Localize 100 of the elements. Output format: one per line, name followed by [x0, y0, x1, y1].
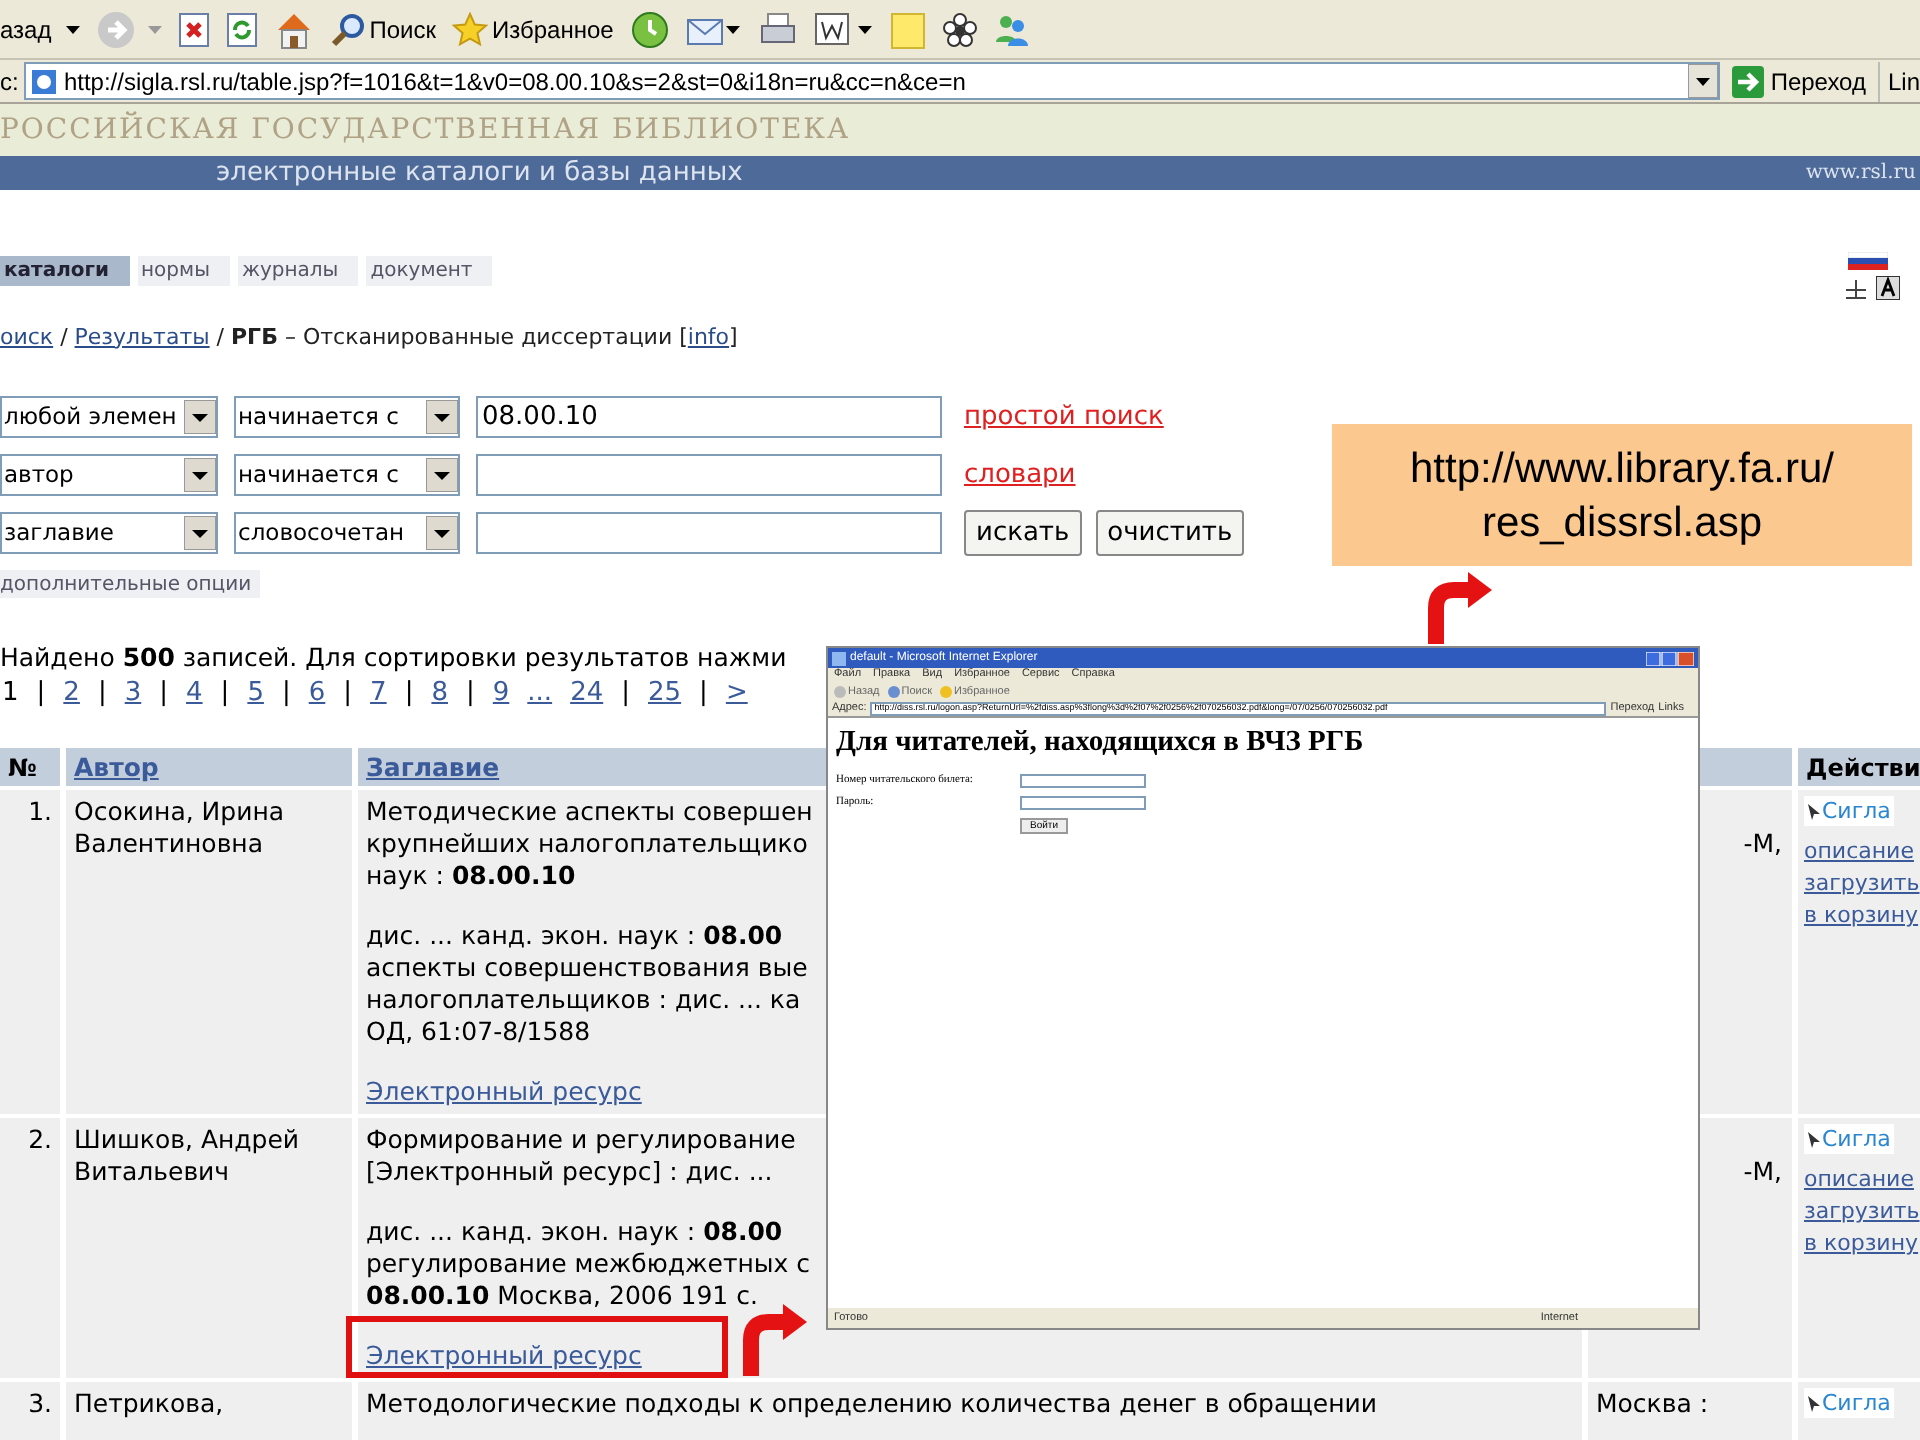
action-link[interactable]: описание	[1804, 836, 1914, 868]
record-text: Методические аспекты совершен крупнейших налогоплательщико наук : 08.00.10	[366, 796, 813, 892]
clear-button[interactable]: очистить	[1095, 510, 1245, 556]
dropdown-icon[interactable]	[1688, 64, 1719, 98]
page-link[interactable]: 3	[124, 674, 142, 714]
cursor-icon	[1808, 1131, 1820, 1147]
breadcrumb-text: /	[58, 321, 70, 354]
tab[interactable]: документ	[366, 256, 493, 286]
tab[interactable]: нормы	[137, 256, 230, 286]
dropdown[interactable]: любой элемен	[0, 396, 218, 438]
page-separator: |	[220, 676, 230, 713]
tab[interactable]: журналы	[237, 256, 359, 286]
table-cell-text: -М,	[1741, 1156, 1784, 1188]
dropdown-icon	[426, 400, 458, 434]
page-separator: |	[281, 676, 291, 713]
back-button[interactable]: азад	[0, 5, 80, 53]
search-field[interactable]	[476, 454, 942, 496]
tab[interactable]: каталоги	[0, 256, 130, 286]
sigla-button[interactable]: Сигла	[1804, 796, 1895, 826]
page-link[interactable]: 25	[648, 674, 682, 714]
caret-icon	[147, 25, 162, 33]
action-link[interactable]: описание	[1804, 1164, 1914, 1196]
search-field[interactable]: 08.00.10	[476, 396, 942, 438]
address-label: c:	[0, 65, 20, 99]
dropdown-icon	[184, 400, 216, 434]
site-subtitle: электронные каталоги и базы данных	[216, 155, 743, 192]
page-link[interactable]: 24	[570, 674, 604, 714]
page-link[interactable]: 6	[308, 674, 326, 714]
font-icon[interactable]	[1876, 276, 1900, 300]
page-link[interactable]: 8	[431, 674, 448, 714]
caret-icon	[65, 25, 80, 33]
dropdown-icon	[426, 516, 458, 550]
breadcrumb-link[interactable]: оиск	[0, 321, 54, 355]
breadcrumb-link[interactable]: info	[687, 321, 730, 355]
page-link[interactable]: 9	[492, 674, 510, 714]
page-link[interactable]: 7	[370, 674, 387, 714]
window-controls-icon[interactable]	[1646, 651, 1694, 665]
breadcrumb-link[interactable]: Результаты	[74, 321, 210, 355]
search-button[interactable]: Поиск	[329, 5, 436, 53]
dropdown[interactable]: начинается с	[234, 396, 460, 438]
search-button[interactable]: искать	[964, 510, 1082, 556]
table-cell: 2.	[0, 1118, 60, 1378]
stop-icon[interactable]	[177, 11, 210, 47]
cursor-icon	[1808, 803, 1820, 819]
table-cell-text: -М,	[1741, 828, 1784, 860]
search-field[interactable]	[476, 512, 942, 554]
record-text: Формирование и регулирование [Электронный ресурс] : дис. ...	[366, 1124, 796, 1188]
page-link[interactable]: 2	[63, 674, 80, 714]
sigla-button[interactable]: Сигла	[1804, 1388, 1895, 1418]
action-link[interactable]: в корзину	[1804, 1228, 1919, 1260]
star-icon	[451, 11, 488, 47]
page-heading: Для читателей, находящихся в ВЧЗ РГБ	[836, 724, 1366, 760]
text-field[interactable]	[1020, 773, 1146, 788]
dropdown[interactable]: словосочетан	[234, 512, 460, 554]
page-icon	[29, 67, 58, 95]
refresh-icon[interactable]	[225, 11, 258, 47]
table-cell: Петрикова,	[66, 1382, 352, 1440]
links-button[interactable]: Lin	[1887, 63, 1920, 99]
table-cell: 3.	[0, 1382, 60, 1440]
toolbar-icon	[834, 686, 846, 698]
page-separator: |	[465, 676, 475, 713]
table-cell: 1.	[0, 790, 60, 1114]
curved-arrow	[1428, 572, 1492, 644]
people-icon[interactable]	[993, 11, 1030, 47]
action-link[interactable]: загрузить	[1804, 868, 1920, 900]
page-link[interactable]: 1	[2, 674, 19, 714]
page-link[interactable]: ...	[527, 674, 553, 714]
dropdown[interactable]: заглавие	[0, 512, 218, 554]
dropdown[interactable]: начинается с	[234, 454, 460, 496]
search-link[interactable]: словари	[964, 455, 1076, 495]
options-tab[interactable]: дополнительные опции	[0, 570, 260, 598]
breadcrumb-text: / РГБ – Отсканированные диссертации [	[214, 321, 688, 354]
resource-link[interactable]: Электронный ресурс	[366, 1076, 642, 1106]
search-link[interactable]: простой поиск	[964, 397, 1164, 437]
scales-icon[interactable]	[1844, 278, 1868, 302]
table-cell-text: Москва :	[1596, 1388, 1711, 1420]
page-separator: |	[159, 676, 169, 713]
address-field[interactable]: http://sigla.rsl.ru/table.jsp?f=1016&t=1&v0=08.00.10&s=2&st=0&i18n=ru&cc=n&ce=n	[23, 62, 1721, 100]
site-title: РОССИЙСКАЯ ГОСУДАРСТВЕННАЯ БИБЛИОТЕКА	[0, 109, 851, 149]
cursor-icon	[1808, 1395, 1820, 1411]
page-link[interactable]: 4	[186, 674, 203, 714]
column-header[interactable]: Автор	[66, 748, 352, 786]
text-field[interactable]	[1020, 795, 1146, 810]
flower-icon[interactable]	[941, 11, 978, 47]
action-link[interactable]: в корзину	[1804, 900, 1919, 932]
page-separator: |	[36, 676, 46, 713]
dropdown[interactable]: автор	[0, 454, 218, 496]
favorites-button[interactable]: Избранное	[451, 5, 614, 53]
page-separator: |	[97, 676, 107, 713]
go-button[interactable]: Переход	[1732, 61, 1880, 101]
action-link[interactable]: загрузить	[1804, 1196, 1920, 1228]
curved-arrow	[743, 1304, 807, 1376]
callout-box: http://www.library.fa.ru/ res_dissrsl.asp	[1332, 424, 1912, 566]
flag-icon[interactable]	[1848, 252, 1888, 270]
breadcrumb-text: ]	[729, 321, 738, 354]
page-link[interactable]: 5	[247, 674, 264, 714]
page-link[interactable]: >	[725, 674, 748, 714]
record-text: дис. ... канд. экон. наук : 08.00 аспекты совершенствования вые налогоплательщиков : дис. ... ка ОД, 61:07-8/1588	[366, 920, 808, 1048]
resource-link[interactable]: Электронный ресурс	[366, 1340, 642, 1370]
sigla-button[interactable]: Сигла	[1804, 1124, 1895, 1154]
